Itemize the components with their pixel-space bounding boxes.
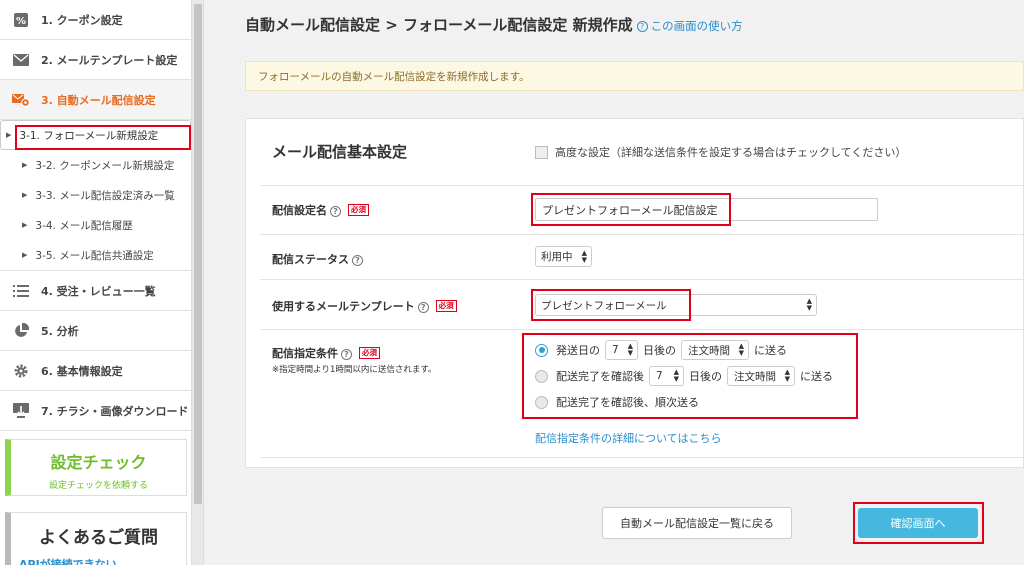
sidebar-item-label: 4. 受注・レビュー一覧: [41, 284, 156, 298]
status-select-value: 利用中: [541, 251, 573, 263]
sidebar-item-label: 6. 基本情報設定: [41, 364, 123, 378]
required-badge: 必須: [359, 347, 380, 359]
caret-right-icon: ▶: [22, 191, 28, 199]
sidebar-item-label: 2. メールテンプレート設定: [41, 53, 178, 67]
question-circle-icon[interactable]: ?: [417, 300, 432, 313]
sidebar-subitem-label: 3-3. メール配信設定済み一覧: [35, 189, 175, 202]
highlight-frame: [522, 333, 858, 419]
divider: [260, 279, 1023, 280]
sidebar: % 1. クーポン設定 2. メールテンプレート設定 3. 自動メール配信設定 …: [0, 0, 192, 565]
divider: [260, 329, 1023, 330]
sidebar-subitem-coupon-mail-new[interactable]: ▶ 3-2. クーポンメール新規設定: [0, 150, 191, 180]
mail-gear-icon: [11, 92, 31, 108]
advanced-settings-label: 高度な設定（詳細な送信条件を設定する場合はチェックしてください）: [555, 146, 907, 159]
advanced-settings-checkbox[interactable]: 高度な設定（詳細な送信条件を設定する場合はチェックしてください）: [535, 144, 906, 160]
sidebar-item-basic-info[interactable]: 6. 基本情報設定: [0, 351, 191, 391]
sidebar-subitem-configured-list[interactable]: ▶ 3-3. メール配信設定済み一覧: [0, 180, 191, 210]
scrollbar-thumb[interactable]: [194, 4, 202, 504]
template-label: 使用するメールテンプレート ? 必須: [272, 298, 457, 314]
back-to-list-button[interactable]: 自動メール配信設定一覧に戻る: [602, 507, 792, 539]
status-select[interactable]: 利用中 ▲ ▼: [535, 246, 592, 267]
list-icon: [11, 283, 31, 299]
select-arrows-icon: ▲ ▼: [581, 248, 587, 264]
sidebar-subitem-common-settings[interactable]: ▶ 3-5. メール配信共通設定: [0, 240, 191, 270]
select-arrows-icon: ▲ ▼: [806, 297, 812, 312]
info-bar-text: フォローメールの自動メール配信設定を新規作成します。: [258, 70, 530, 83]
gear-icon: [11, 363, 31, 379]
divider: [260, 234, 1023, 235]
settings-check-subtitle: 設定チェックを依頼する: [48, 481, 148, 491]
form-card: メール配信基本設定 高度な設定（詳細な送信条件を設定する場合はチェックしてくださ…: [245, 118, 1024, 468]
sidebar-subitem-history[interactable]: ▶ 3-4. メール配信履歴: [0, 210, 191, 240]
question-circle-icon: ?: [636, 20, 648, 32]
caret-right-icon: ▶: [22, 221, 28, 229]
help-link[interactable]: ? この画面の使い方: [636, 18, 743, 34]
sidebar-item-coupon[interactable]: % 1. クーポン設定: [0, 0, 191, 40]
page-title-text: 自動メール配信設定 > フォローメール配信設定 新規作成: [245, 16, 633, 34]
page-title: 自動メール配信設定 > フォローメール配信設定 新規作成 ? この画面の使い方: [245, 14, 743, 35]
highlight-frame: [531, 289, 691, 321]
faq-panel: よくあるご質問 APIが接続できない: [5, 512, 187, 565]
coupon-percent-icon: %: [11, 12, 31, 28]
name-label-text: 配信設定名: [272, 204, 327, 217]
highlight-frame: [15, 125, 191, 150]
highlight-frame: [531, 193, 731, 226]
sidebar-subitem-label: 3-5. メール配信共通設定: [35, 249, 154, 262]
sidebar-item-label: 7. チラシ・画像ダウンロード: [41, 404, 189, 418]
faq-item-link[interactable]: APIが接続できない: [19, 556, 186, 565]
status-label-text: 配信ステータス: [272, 253, 349, 266]
sidebar-item-label: 1. クーポン設定: [41, 13, 123, 27]
question-circle-icon[interactable]: ?: [352, 253, 366, 266]
settings-check-banner[interactable]: 設定チェック 設定チェックを依頼する: [5, 439, 187, 496]
settings-check-title: 設定チェック: [50, 453, 147, 472]
condition-label-text: 配信指定条件: [272, 347, 338, 360]
pie-chart-icon: [11, 322, 31, 339]
help-link-text: この画面の使い方: [650, 19, 743, 33]
template-label-text: 使用するメールテンプレート: [272, 300, 415, 313]
section-title: メール配信基本設定: [272, 143, 408, 161]
sidebar-subitem-label: 3-4. メール配信履歴: [35, 219, 133, 232]
name-label: 配信設定名 ? 必須: [272, 202, 369, 218]
status-label: 配信ステータス ?: [272, 251, 366, 267]
required-badge: 必須: [435, 300, 457, 312]
divider: [260, 185, 1023, 186]
sidebar-subitem-label: 3-2. クーポンメール新規設定: [35, 159, 175, 172]
sidebar-subitem-follow-mail-new[interactable]: ▶ 3-1. フォローメール新規設定: [0, 120, 191, 150]
info-bar: フォローメールの自動メール配信設定を新規作成します。: [245, 61, 1024, 91]
checkbox[interactable]: [535, 145, 548, 159]
sidebar-item-label: 5. 分析: [41, 324, 79, 338]
faq-title: よくあるご質問: [39, 528, 158, 548]
sidebar-item-label: 3. 自動メール配信設定: [41, 93, 156, 107]
caret-right-icon: ▶: [22, 251, 28, 259]
condition-label: 配信指定条件 ? 必須: [272, 345, 380, 361]
sidebar-item-orders-reviews[interactable]: 4. 受注・レビュー一覧: [0, 271, 191, 311]
sidebar-item-mail-template[interactable]: 2. メールテンプレート設定: [0, 40, 191, 80]
question-circle-icon[interactable]: ?: [341, 347, 355, 360]
required-badge: 必須: [348, 204, 369, 216]
download-icon: [11, 403, 31, 419]
condition-detail-link[interactable]: 配信指定条件の詳細についてはこちら: [535, 430, 721, 446]
condition-note: ※指定時間より1時間以内に送信されます。: [272, 365, 437, 375]
caret-right-icon: ▶: [22, 161, 28, 169]
sidebar-item-download[interactable]: 7. チラシ・画像ダウンロード: [0, 391, 191, 431]
divider: [260, 457, 1023, 458]
caret-right-icon: ▶: [6, 131, 12, 139]
question-circle-icon[interactable]: ?: [330, 204, 344, 217]
sidebar-item-analysis[interactable]: 5. 分析: [0, 311, 191, 351]
highlight-frame: [853, 502, 984, 544]
envelope-icon: [11, 52, 31, 68]
sidebar-item-auto-mail[interactable]: 3. 自動メール配信設定: [0, 80, 191, 120]
form-card-inner: メール配信基本設定 高度な設定（詳細な送信条件を設定する場合はチェックしてくださ…: [260, 119, 1023, 467]
sidebar-submenu: ▶ 3-1. フォローメール新規設定 ▶ 3-2. クーポンメール新規設定 ▶ …: [0, 120, 191, 271]
sidebar-scrollbar[interactable]: [192, 0, 204, 565]
svg-text:%: %: [16, 16, 26, 27]
